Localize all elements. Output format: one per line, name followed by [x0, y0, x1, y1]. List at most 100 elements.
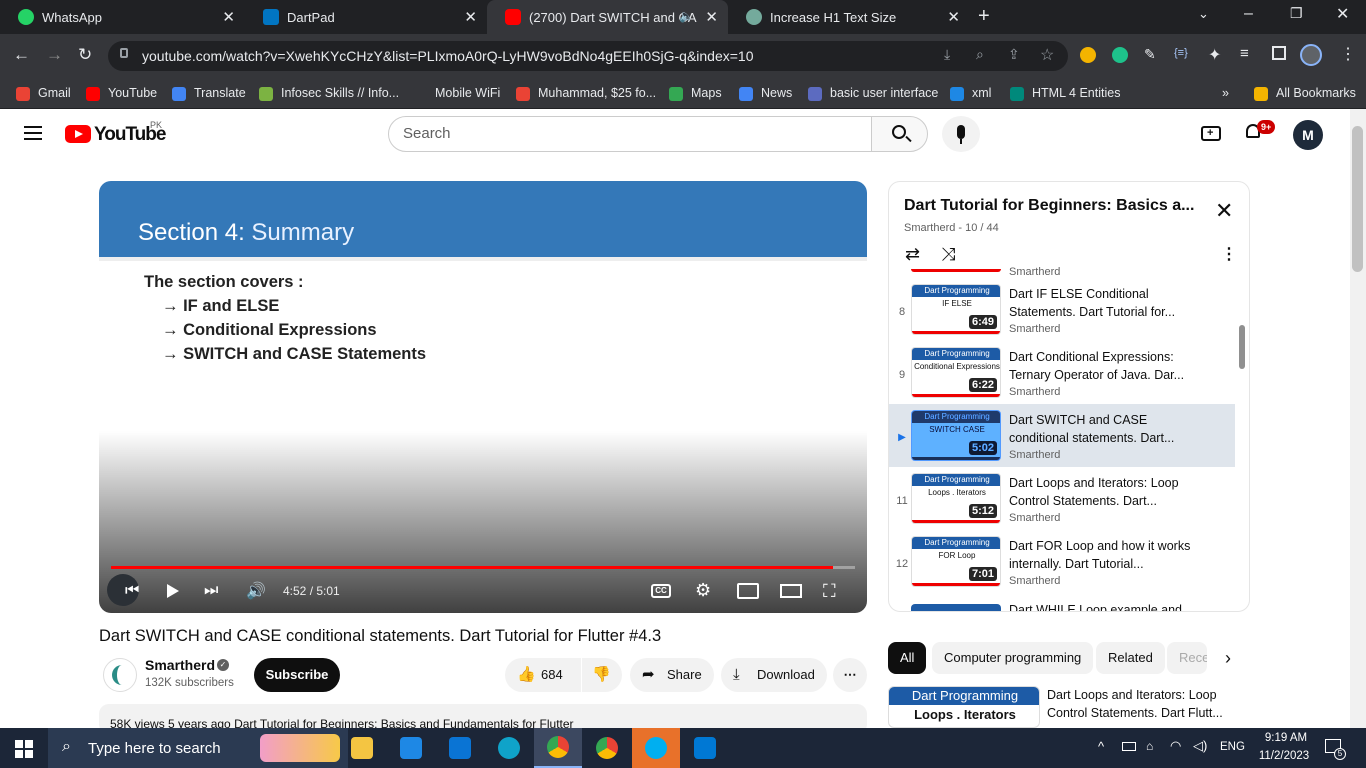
bookmark-news[interactable]: News	[739, 78, 792, 109]
lock-icon[interactable]	[120, 48, 128, 58]
like-button[interactable]: 👍 684	[505, 658, 581, 692]
bookmark-mobile-wifi[interactable]: Mobile WiFi	[413, 78, 500, 109]
bookmark-basic-ui[interactable]: basic user interface	[808, 78, 938, 109]
tab-chatgpt[interactable]: Increase H1 Text Size ✕	[728, 0, 970, 34]
extension-json-icon[interactable]: {≡}	[1174, 47, 1188, 59]
more-actions-button[interactable]: ⋯	[833, 658, 867, 692]
close-window-button[interactable]: ✕	[1336, 4, 1349, 24]
close-tab-icon[interactable]: ✕	[222, 8, 235, 26]
file-explorer-icon[interactable]	[338, 728, 386, 768]
playlist-menu-icon[interactable]: ⋮	[1221, 244, 1237, 264]
playlist-item[interactable]: 11 Dart Programming Loops . Iterators 5:12 D…	[889, 467, 1235, 530]
volume-icon[interactable]: ◁)	[1193, 738, 1207, 754]
wifi-icon[interactable]: ◠	[1170, 738, 1181, 754]
extension-picker-icon[interactable]: ✎	[1144, 46, 1156, 63]
search-input[interactable]: Search	[388, 116, 872, 152]
extensions-icon[interactable]: ✦	[1208, 45, 1221, 65]
install-icon[interactable]: ⤓	[944, 46, 950, 63]
chip-recent[interactable]: Rece	[1167, 642, 1207, 674]
download-button[interactable]: ⤓ Download	[721, 658, 827, 692]
more-bookmarks-button[interactable]: »	[1222, 78, 1229, 109]
volume-icon[interactable]: 🔊	[246, 581, 266, 601]
channel-name[interactable]: Smartherd	[145, 657, 215, 673]
meet-icon[interactable]: ⌂	[1146, 739, 1153, 753]
reload-icon[interactable]: ↻	[78, 45, 92, 65]
extension-bulb-icon[interactable]	[1080, 47, 1096, 63]
create-icon[interactable]: +	[1201, 126, 1221, 141]
subscribe-button[interactable]: Subscribe	[254, 658, 340, 692]
battery-icon[interactable]	[1122, 742, 1136, 751]
close-icon[interactable]: ✕	[1215, 198, 1233, 224]
playlist-item-current[interactable]: ▶ Dart Programming SWITCH CASE 5:02 Dart SWI…	[889, 404, 1235, 467]
all-bookmarks-folder[interactable]: All Bookmarks	[1254, 78, 1356, 109]
menu-icon[interactable]: ⋮	[1340, 44, 1356, 64]
channel-avatar[interactable]	[103, 658, 137, 692]
tab-whatsapp[interactable]: WhatsApp ✕	[0, 0, 245, 34]
skype-icon[interactable]	[632, 728, 680, 768]
clock-time[interactable]: 9:19 AM	[1256, 732, 1316, 744]
voice-search-button[interactable]	[942, 116, 980, 152]
rec-title[interactable]: Dart Loops and Iterators: Loop Control S…	[1047, 686, 1237, 722]
side-panel-icon[interactable]	[1272, 46, 1286, 60]
search-button[interactable]	[871, 116, 928, 152]
close-tab-icon[interactable]: ✕	[705, 8, 718, 26]
theater-mode-icon[interactable]	[780, 584, 802, 598]
playlist-thumbnail[interactable]: Dart Programming Loops . Iterators 5:12	[911, 473, 1001, 524]
playlist-thumbnail[interactable]: Dart Programming Conditional Expressions 6…	[911, 347, 1001, 398]
extension-grammarly-icon[interactable]	[1112, 47, 1128, 63]
account-avatar[interactable]: M	[1293, 120, 1323, 150]
restore-button[interactable]: ❐	[1290, 5, 1303, 22]
back-icon[interactable]: ←	[13, 45, 30, 65]
video-player[interactable]: Section 4: Summary The section covers : …	[99, 181, 867, 613]
mail-icon[interactable]	[436, 728, 484, 768]
bookmark-star-icon[interactable]: ☆	[1040, 45, 1054, 65]
chip-all[interactable]: All	[888, 642, 927, 674]
media-control-icon[interactable]: ≡	[1240, 45, 1249, 62]
close-tab-icon[interactable]: ✕	[464, 8, 477, 26]
chrome-profile-icon[interactable]	[583, 728, 631, 768]
profile-avatar[interactable]	[1300, 44, 1322, 66]
audio-playing-icon[interactable]: 🔈	[679, 9, 694, 23]
captions-icon[interactable]: CC	[651, 584, 671, 598]
playlist-item[interactable]: 12 Dart Programming FOR Loop 7:01 Dart FOR L…	[889, 530, 1235, 593]
playlist-thumbnail[interactable]: Dart Programming FOR Loop 7:01	[911, 536, 1001, 587]
forward-icon[interactable]: →	[46, 45, 63, 65]
fullscreen-icon[interactable]: ⛶	[823, 581, 836, 602]
playlist-item[interactable]: 8 Dart Programming IF ELSE 6:49 Dart IF ELSE…	[889, 278, 1235, 341]
share-page-icon[interactable]: ⇪	[1008, 46, 1020, 63]
playlist-thumbnail[interactable]: Dart Programming SWITCH CASE 5:02	[911, 410, 1001, 461]
tab-dartpad[interactable]: DartPad ✕	[245, 0, 487, 34]
dislike-button[interactable]: 👎	[582, 658, 622, 692]
playlist-title[interactable]: Dart Tutorial for Beginners: Basics a...	[904, 197, 1194, 215]
bookmark-maps[interactable]: Maps	[669, 78, 722, 109]
clock-date[interactable]: 11/2/2023	[1252, 750, 1316, 762]
chip-computer-programming[interactable]: Computer programming	[932, 642, 1094, 674]
share-button[interactable]: ➦ Share	[630, 658, 714, 692]
hamburger-menu-icon[interactable]	[24, 126, 42, 140]
playlist-item[interactable]: 9 Dart Programming Conditional Expressions…	[889, 341, 1235, 404]
chip-related[interactable]: Related	[1096, 642, 1165, 674]
playlist-thumbnail[interactable]: Dart Programming IF ELSE 6:49	[911, 284, 1001, 335]
miniplayer-icon[interactable]	[737, 583, 759, 599]
tab-youtube[interactable]: (2700) Dart SWITCH and CA 🔈 ✕	[487, 0, 728, 34]
chrome-icon[interactable]	[534, 728, 582, 768]
playlist-subtitle[interactable]: Smartherd - 10 / 44	[904, 222, 999, 234]
minimize-button[interactable]: –	[1244, 5, 1253, 23]
bookmark-html-entities[interactable]: HTML 4 Entities	[1010, 78, 1120, 109]
youtube-logo-icon[interactable]	[65, 125, 91, 143]
bookmark-gmail[interactable]: Gmail	[16, 78, 71, 109]
bookmark-muhammad[interactable]: Muhammad, $25 fo...	[516, 78, 656, 109]
shuffle-icon[interactable]: ⤨	[941, 244, 955, 265]
settings-gear-icon[interactable]: ⚙	[695, 580, 711, 601]
loop-icon[interactable]: ⇄	[905, 244, 920, 265]
playlist-scroll-thumb[interactable]	[1239, 325, 1245, 369]
chevron-right-icon[interactable]: ›	[1213, 644, 1243, 672]
taskbar-search-box[interactable]: ⌕ Type here to search	[48, 728, 348, 768]
tab-search-icon[interactable]: ⌄	[1198, 6, 1209, 22]
bookmark-xml[interactable]: xml	[950, 78, 991, 109]
next-icon[interactable]: ⏭	[204, 582, 218, 600]
rec-thumbnail[interactable]: Dart Programming Loops . Iterators	[888, 686, 1040, 728]
new-tab-button[interactable]: +	[978, 5, 990, 28]
scrollbar-thumb[interactable]	[1352, 126, 1363, 272]
language-indicator[interactable]: ENG	[1220, 741, 1245, 753]
